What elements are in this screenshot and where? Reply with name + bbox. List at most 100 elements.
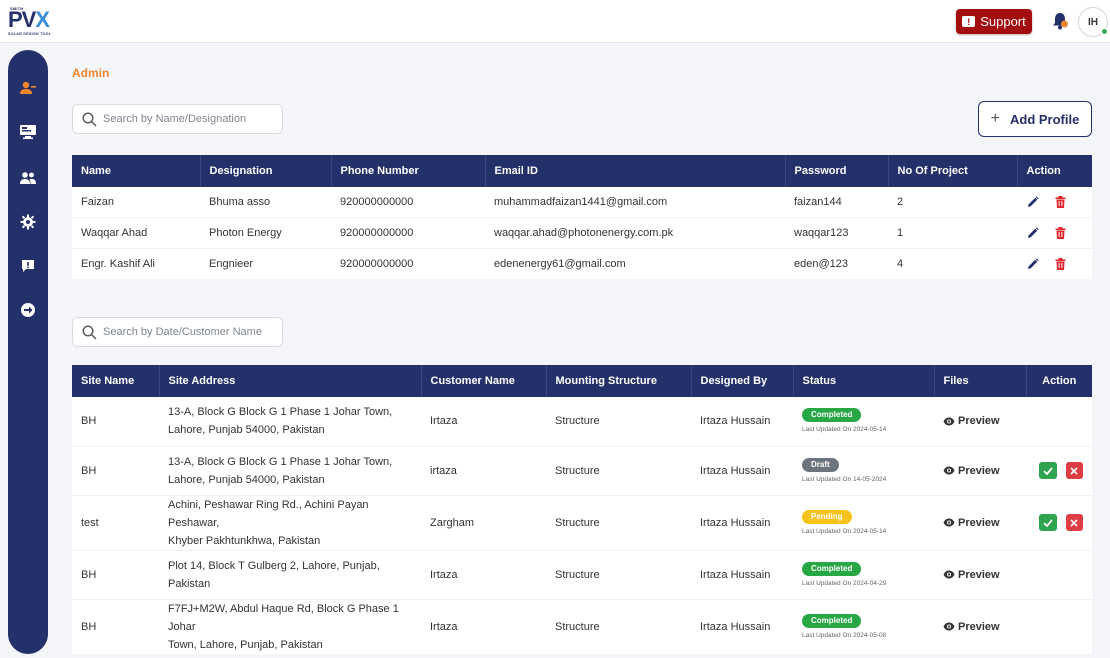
last-updated: Last Updated On 14-05-2024 [802, 475, 887, 483]
last-updated: Last Updated On 2024-04-29 [802, 579, 887, 587]
profile-phone: 920000000000 [331, 187, 485, 218]
files-cell: Preview [934, 495, 1026, 551]
profile-actions [1017, 248, 1092, 279]
delete-icon[interactable] [1055, 257, 1066, 270]
approve-button[interactable] [1039, 462, 1057, 479]
logout-icon[interactable] [18, 300, 38, 320]
mounting-structure: Structure [546, 550, 691, 600]
profile-search-box[interactable] [72, 104, 283, 134]
reject-button[interactable] [1065, 514, 1083, 531]
table-row[interactable]: BH 13-A, Block G Block G 1 Phase 1 Johar… [72, 397, 1092, 447]
column-header[interactable]: Designed By [691, 365, 794, 397]
preview-button[interactable]: Preview [943, 514, 1017, 532]
mounting-structure: Structure [555, 620, 600, 633]
column-header[interactable]: Customer Name [421, 365, 547, 397]
site-search-input[interactable] [103, 326, 273, 338]
profile-name: Faizan [72, 187, 200, 218]
delete-icon[interactable] [1055, 196, 1066, 208]
plus-icon: + [990, 110, 1000, 127]
preview-label: Preview [958, 568, 1000, 581]
reject-button[interactable] [1065, 462, 1083, 479]
close-icon [1070, 518, 1078, 527]
column-header[interactable]: No Of Project [888, 155, 1018, 187]
feedback-icon[interactable] [18, 256, 38, 276]
files-cell: Preview [934, 397, 1026, 447]
table-row[interactable]: test Achini, Peshawar Ring Rd., Achini P… [72, 495, 1092, 551]
profile-search-input[interactable] [103, 113, 273, 125]
column-header[interactable]: Name [72, 155, 201, 187]
site-address: Plot 14, Block T Gulberg 2, Lahore, Punj… [159, 550, 421, 600]
files-cell: Preview [934, 550, 1026, 600]
notification-bell-icon[interactable] [1052, 12, 1068, 30]
site-actions [1026, 397, 1092, 447]
column-header[interactable]: Mounting Structure [546, 365, 692, 397]
page-title: Admin [72, 66, 110, 80]
site-actions [1026, 599, 1092, 654]
preview-button[interactable]: Preview [943, 566, 1017, 584]
customer-name: irtaza [421, 446, 546, 496]
user-admin-icon[interactable] [18, 78, 38, 98]
delete-icon[interactable] [1055, 226, 1066, 239]
column-header[interactable]: Phone Number [331, 155, 486, 187]
monitor-icon[interactable] [18, 122, 38, 142]
status-cell: Completed Last Updated On 2024-05-08 [793, 599, 934, 654]
sites-header-row: Site Name Site Address Customer Name Mou… [72, 365, 1092, 397]
address-line-2: Pakistan [168, 577, 211, 590]
column-header[interactable]: Site Address [159, 365, 422, 397]
eye-icon [943, 518, 955, 527]
preview-button[interactable]: Preview [943, 412, 1017, 430]
preview-label: Preview [958, 516, 1000, 529]
add-profile-label: Add Profile [1010, 111, 1080, 127]
preview-label: Preview [958, 464, 1000, 477]
designed-by: Irtaza Hussain [691, 495, 793, 551]
eye-icon [943, 622, 955, 631]
profiles-table: Name Designation Phone Number Email ID P… [72, 155, 1092, 279]
designed-by: Irtaza Hussain [691, 550, 793, 600]
profile-phone: 920000000000 [331, 217, 485, 249]
column-header[interactable]: Site Name [72, 365, 160, 397]
table-row: Waqqar Ahad Photon Energy 920000000000 w… [72, 217, 1092, 249]
support-button[interactable]: ! Support [956, 9, 1032, 34]
site-search-box[interactable] [72, 317, 283, 347]
mounting-structure: Structure [546, 397, 691, 447]
table-row[interactable]: BH F7FJ+M2W, Abdul Haque Rd, Block G Pha… [72, 599, 1092, 654]
edit-icon[interactable] [1027, 257, 1039, 270]
site-name: BH [72, 397, 159, 447]
site-address: 13-A, Block G Block G 1 Phase 1 Johar To… [159, 397, 421, 447]
online-status-dot [1101, 28, 1108, 35]
column-header: Files [934, 365, 1027, 397]
status-badge: Pending [802, 509, 852, 524]
column-header[interactable]: Designation [200, 155, 332, 187]
column-header[interactable]: Email ID [485, 155, 786, 187]
gear-icon[interactable] [18, 212, 38, 232]
edit-icon[interactable] [1027, 227, 1039, 239]
table-row: Faizan Bhuma asso 920000000000 muhammadf… [72, 187, 1092, 218]
table-row[interactable]: BH Plot 14, Block T Gulberg 2, Lahore, P… [72, 550, 1092, 600]
site-actions [1026, 550, 1092, 600]
add-profile-button[interactable]: + Add Profile [978, 101, 1092, 137]
profile-projects: 2 [888, 187, 1017, 218]
logo-x: X [35, 7, 50, 32]
designed-by: Irtaza Hussain [700, 620, 771, 633]
column-header[interactable]: Password [785, 155, 889, 187]
preview-button[interactable]: Preview [943, 462, 1017, 480]
profile-phone: 920000000000 [340, 257, 414, 270]
table-row[interactable]: BH 13-A, Block G Block G 1 Phase 1 Johar… [72, 446, 1092, 496]
profile-email: waqqar.ahad@photonenergy.com.pk [485, 217, 785, 249]
approve-button[interactable] [1039, 514, 1057, 531]
support-icon: ! [962, 16, 976, 27]
status-badge: Completed [802, 561, 862, 576]
column-header[interactable]: Status [793, 365, 935, 397]
mounting-structure: Structure [546, 446, 691, 496]
preview-button[interactable]: Preview [943, 618, 1017, 636]
user-avatar[interactable]: IH [1078, 7, 1108, 37]
profile-designation: Bhuma asso [200, 187, 331, 218]
edit-icon[interactable] [1027, 196, 1039, 208]
address-line-1: F7FJ+M2W, Abdul Haque Rd, Block G Phase … [168, 602, 399, 633]
files-cell: Preview [934, 446, 1026, 496]
status-badge: Completed [802, 408, 862, 423]
users-icon[interactable] [18, 168, 38, 188]
app-logo[interactable]: SMITH PVX SOLAR DESIGN TOOL [6, 6, 66, 38]
profile-password: eden@123 [794, 257, 848, 270]
customer-name: Zargham [421, 495, 546, 551]
